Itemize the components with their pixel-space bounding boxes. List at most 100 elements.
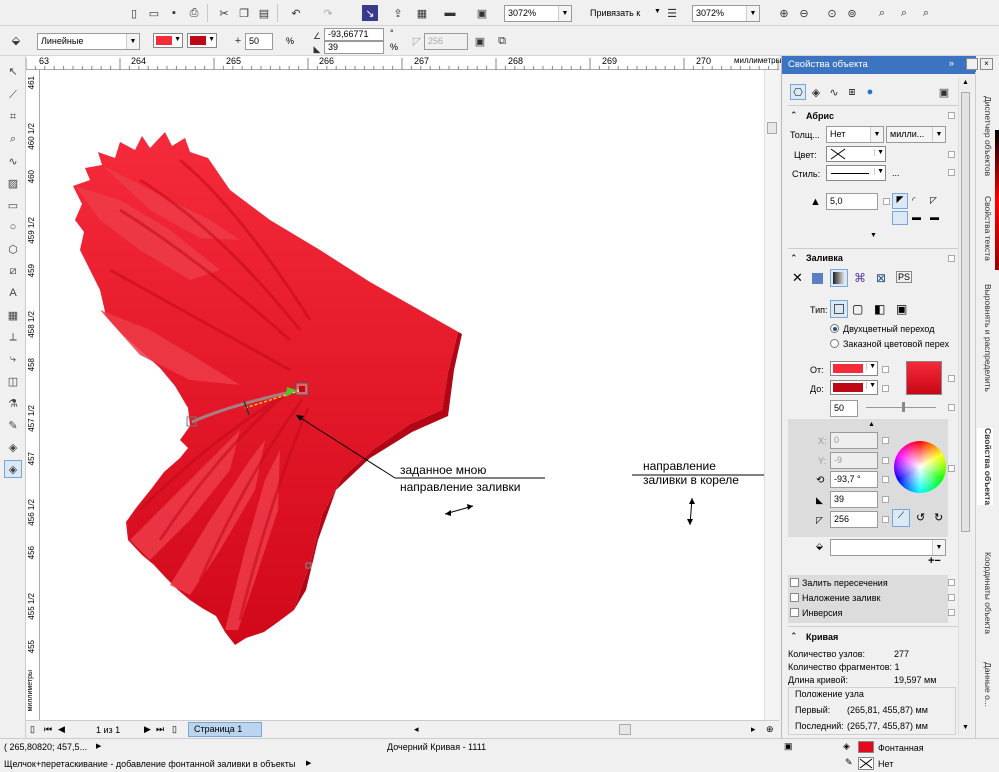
dock-tab-object-data[interactable]: Данные о... <box>977 662 993 707</box>
rectangle-tool-icon[interactable]: ▭ <box>4 196 22 214</box>
zoom-all-icon[interactable]: ⊚ <box>844 5 860 21</box>
blend-tool-icon[interactable]: ◫ <box>4 372 22 390</box>
zoom-page-icon[interactable]: ⌕ <box>874 5 890 21</box>
fill-from-color-button[interactable]: ▼ <box>153 33 183 48</box>
polygon-tool-icon[interactable]: ⬡ <box>4 240 22 258</box>
square-fill-type-icon[interactable]: ▣ <box>896 302 907 316</box>
outline-style-combo[interactable]: ▼ <box>826 165 886 181</box>
curve-tab-icon[interactable]: ∿ <box>826 84 842 100</box>
line-cap-round-icon[interactable]: ▬ <box>912 212 921 222</box>
postscript-fill-icon[interactable]: PS <box>896 271 913 283</box>
cut-icon[interactable]: ✂ <box>216 5 232 21</box>
zoom-width-icon[interactable]: ⌕ <box>896 5 912 21</box>
scrollbar-thumb[interactable] <box>767 122 777 134</box>
edge-pad-input[interactable]: 39 <box>324 41 384 54</box>
corner-bevel-icon[interactable]: ◸ <box>930 195 937 206</box>
zoom-out-icon[interactable]: ⊖ <box>796 5 812 21</box>
fill-midpoint-input[interactable]: 50 <box>830 400 858 417</box>
zoom-tool-icon[interactable]: ⌕ <box>4 130 22 148</box>
conical-fill-type-icon[interactable]: ◧ <box>874 302 885 316</box>
outline-color-button[interactable]: ▼ <box>826 146 886 162</box>
scroll-right-icon[interactable]: ▸ <box>751 724 756 735</box>
import-icon[interactable]: ↘ <box>362 5 378 21</box>
rotate-cw-icon[interactable]: ↻ <box>934 511 943 524</box>
dock-tab-align-distribute[interactable]: Выровнять и распределить <box>977 284 993 392</box>
docker-minimize-icon[interactable] <box>966 58 978 70</box>
vector-pattern-icon[interactable]: ⌘ <box>854 271 866 285</box>
outline-units-combo[interactable]: милли... ▼ <box>886 126 946 143</box>
fill-x-input[interactable]: 0 <box>830 432 878 449</box>
last-page-icon[interactable]: ⏭ <box>156 724 164 735</box>
miter-limit-input[interactable]: 5,0 <box>826 193 878 210</box>
fill-midpoint-slider-thumb[interactable] <box>902 402 905 412</box>
copy-fill-properties-icon[interactable]: ⧉ <box>494 33 510 49</box>
options-icon[interactable]: ☰ <box>664 5 680 21</box>
ellipse-tool-icon[interactable]: ○ <box>4 218 22 236</box>
fill-steps-input[interactable]: 256 <box>830 511 878 528</box>
docker-close-icon[interactable]: × <box>980 58 993 70</box>
fill-type-combo[interactable]: Линейные ▼ <box>37 33 140 50</box>
crop-tool-icon[interactable]: ⌗ <box>4 108 22 126</box>
redo-icon[interactable]: ↷ <box>320 5 336 21</box>
outline-color-swatch[interactable] <box>858 757 874 770</box>
bitmap-pattern-icon[interactable]: ⊠ <box>876 271 886 285</box>
fill-collapse-icon[interactable]: ⌃ <box>790 253 798 264</box>
save-icon[interactable]: ▪ <box>166 5 182 21</box>
zoom-selected-icon[interactable]: ⊙ <box>824 5 840 21</box>
outline-tool-icon[interactable]: ✎ <box>4 416 22 434</box>
smart-fill-tool-icon[interactable]: ▨ <box>4 174 22 192</box>
zoom-height-icon[interactable]: ⌕ <box>918 5 934 21</box>
steps-lock-icon[interactable]: ▣ <box>472 33 488 49</box>
print-icon[interactable]: ⎙ <box>186 5 202 21</box>
dimension-tool-icon[interactable]: ⟂ <box>4 328 22 346</box>
fill-pad-input[interactable]: 39 <box>830 491 878 508</box>
steps-input[interactable]: 256 <box>424 33 468 50</box>
fill-to-color-button[interactable]: ▼ <box>187 33 217 48</box>
docker-scrollbar[interactable]: ▲ ▼ <box>958 78 972 736</box>
outline-width-combo[interactable]: Нет ▼ <box>826 126 884 143</box>
fill-tool-icon[interactable]: ◈ <box>4 438 22 456</box>
next-page-icon[interactable]: ▶ <box>144 724 151 735</box>
transparency-tab-icon[interactable]: ⧆ <box>844 84 860 100</box>
basic-shapes-tool-icon[interactable]: ⧄ <box>4 262 22 280</box>
zoom-level-combo[interactable]: 3072% ▼ <box>504 5 572 22</box>
fill-color-swatch[interactable] <box>858 741 874 753</box>
fill-angle-input[interactable]: -93,7 ° <box>830 471 878 488</box>
drawing-canvas[interactable]: заданное мною направление заливки направ… <box>40 70 779 720</box>
uniform-fill-icon[interactable] <box>812 273 823 284</box>
navigator-icon[interactable]: ⊕ <box>766 724 774 735</box>
fill-advanced-collapse-icon[interactable]: ▲ <box>868 421 875 428</box>
undo-icon[interactable]: ↶ <box>288 5 304 21</box>
fill-from-color-picker[interactable]: ▼ <box>830 361 878 376</box>
prev-page-icon[interactable]: ◀ <box>58 724 65 735</box>
add-page-icon[interactable]: ▯ <box>30 724 35 735</box>
color-palette-strip[interactable] <box>995 130 999 270</box>
connector-tool-icon[interactable]: ⤷ <box>4 350 22 368</box>
eyedropper-tool-icon[interactable]: ⚗ <box>4 394 22 412</box>
shape-tool-icon[interactable]: ⟋ <box>4 86 22 104</box>
line-cap-square-icon[interactable]: ▬ <box>930 212 939 222</box>
paste-icon[interactable]: ▤ <box>256 5 272 21</box>
rotate-ccw-icon[interactable]: ↺ <box>916 511 925 524</box>
hint-expand-icon[interactable]: ▶ <box>306 759 311 767</box>
outline-collapse-icon[interactable]: ⌃ <box>790 110 798 121</box>
snap-to-label[interactable]: Привязать к <box>590 8 640 18</box>
horizontal-scrollbar-thumb[interactable] <box>619 724 631 735</box>
vertical-ruler[interactable]: 461 460 1/2 460 459 1/2 459 458 1/2 458 457 1/2… <box>26 70 40 720</box>
outline-style-more-icon[interactable]: ... <box>892 168 900 178</box>
fill-to-color-picker[interactable]: ▼ <box>830 380 878 395</box>
zoom-level-combo-2[interactable]: 3072% ▼ <box>692 5 760 22</box>
copy-icon[interactable]: ❐ <box>236 5 252 21</box>
curve-collapse-icon[interactable]: ⌃ <box>790 631 798 642</box>
line-cap-butt-button[interactable] <box>892 211 908 225</box>
horizontal-ruler[interactable]: 63 264 265 266 267 268 269 270 миллиметр… <box>26 56 781 70</box>
corner-miter-button[interactable]: ◤ <box>892 193 908 209</box>
open-icon[interactable]: ▭ <box>146 5 162 21</box>
docker-scrollbar-thumb[interactable] <box>961 92 970 532</box>
pick-tool-icon[interactable]: ↖ <box>4 62 22 80</box>
outline-expand-icon[interactable]: ▼ <box>870 232 877 239</box>
text-tool-icon[interactable]: A <box>4 284 22 302</box>
dock-tab-object-manager[interactable]: Диспетчер объектов <box>977 96 993 176</box>
fill-midpoint-slider[interactable] <box>866 407 936 408</box>
welcome-screen-icon[interactable]: ▣ <box>474 5 490 21</box>
